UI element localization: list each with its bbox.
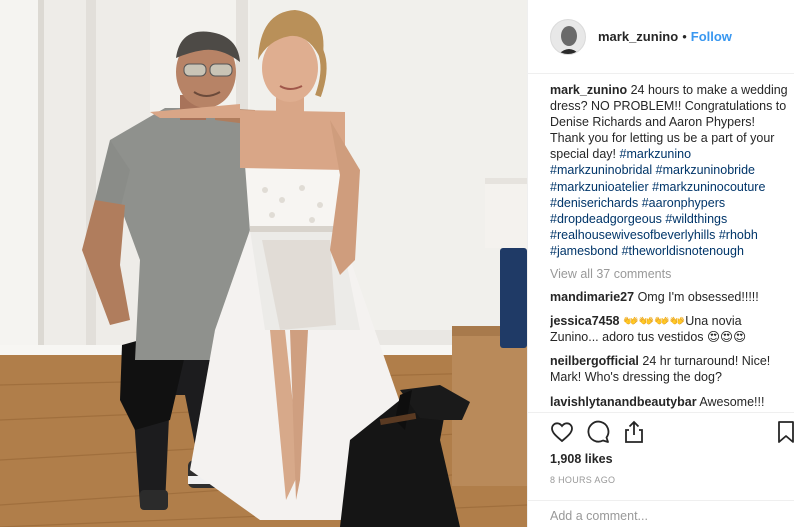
caption-username[interactable]: mark_zunino — [550, 83, 627, 97]
comment-item: jessica7458 👐👐👐👐Una novia Zunino... ador… — [550, 313, 790, 345]
hashtag-link[interactable]: #jamesbond — [550, 244, 618, 258]
comments-section: mark_zunino 24 hours to make a wedding d… — [550, 82, 790, 412]
post-sidebar: mark_zunino • Follow mark_zunino 24 hour… — [527, 0, 794, 527]
avatar-image — [551, 19, 585, 54]
hashtag-link[interactable]: #markzuninocouture — [652, 180, 765, 194]
hashtag-link[interactable]: #wildthings — [665, 212, 727, 226]
bookmark-icon[interactable] — [774, 420, 794, 444]
comment-item: neilbergofficial 24 hr turnaround! Nice!… — [550, 353, 790, 385]
post-timestamp: 8 HOURS AGO — [550, 475, 616, 485]
comment-text: Omg I'm obsessed!!!!! — [637, 290, 759, 305]
hashtag-link[interactable]: #rhobh — [719, 228, 758, 242]
hashtag-link[interactable]: #markzunino — [620, 147, 692, 161]
view-all-comments-link[interactable]: View all 37 comments — [550, 267, 790, 281]
action-bar — [550, 420, 646, 444]
divider — [528, 412, 794, 413]
wedding-photo-illustration — [0, 0, 527, 527]
heart-icon[interactable] — [550, 420, 574, 444]
caption-hashtags: #markzunino #markzuninobridal #markzunin… — [550, 147, 765, 258]
add-comment-bar — [528, 500, 794, 527]
hashtag-link[interactable]: #markzuninobridal — [550, 163, 652, 177]
comment-username[interactable]: mandimarie27 — [550, 290, 634, 304]
like-count[interactable]: 1,908 likes — [550, 452, 613, 466]
add-comment-input[interactable] — [550, 509, 780, 523]
hashtag-link[interactable]: #aaronphypers — [642, 196, 725, 210]
hashtag-link[interactable]: #theworldisnotenough — [622, 244, 744, 258]
comment-item: lavishlytanandbeautybar Awesome!!! Love … — [550, 394, 790, 413]
hashtag-link[interactable]: #dropdeadgorgeous — [550, 212, 662, 226]
avatar[interactable] — [550, 18, 586, 55]
header-username[interactable]: mark_zunino — [598, 29, 678, 44]
post-caption: mark_zunino 24 hours to make a wedding d… — [550, 82, 790, 259]
comment-username[interactable]: jessica7458 — [550, 314, 620, 328]
comment-username[interactable]: neilbergofficial — [550, 354, 639, 368]
comment-icon[interactable] — [586, 420, 610, 444]
comment-username[interactable]: lavishlytanandbeautybar — [550, 395, 697, 409]
instagram-post: mark_zunino • Follow mark_zunino 24 hour… — [0, 0, 794, 527]
comment-list: mandimarie27 Omg I'm obsessed!!!!! jessic… — [550, 289, 790, 412]
hashtag-link[interactable]: #realhousewivesofbeverlyhills — [550, 228, 715, 242]
hashtag-link[interactable]: #deniserichards — [550, 196, 638, 210]
follow-button[interactable]: Follow — [691, 29, 732, 44]
post-header: mark_zunino • Follow — [528, 0, 794, 74]
hashtag-link[interactable]: #markzunioatelier — [550, 180, 649, 194]
share-icon[interactable] — [622, 420, 646, 444]
hashtag-link[interactable]: #markzuninobride — [656, 163, 755, 177]
comment-item: mandimarie27 Omg I'm obsessed!!!!! — [550, 289, 790, 305]
separator-dot: • — [682, 29, 687, 44]
post-photo[interactable] — [0, 0, 527, 527]
